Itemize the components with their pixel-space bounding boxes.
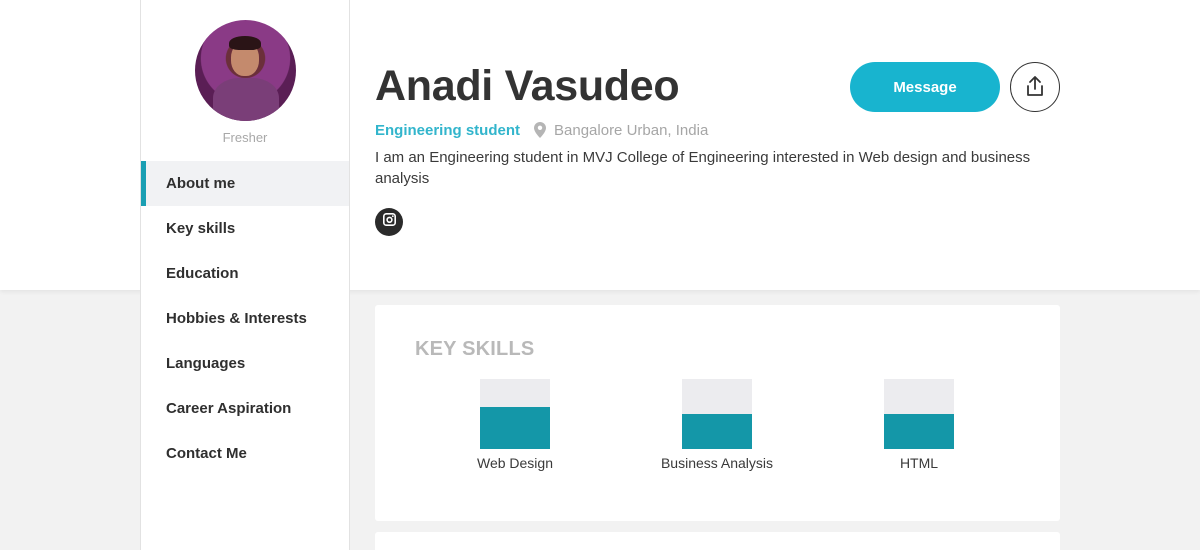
avatar <box>195 20 296 121</box>
next-section-card <box>375 532 1060 550</box>
skill-bar-fill <box>682 414 752 449</box>
sidebar-item-key-skills[interactable]: Key skills <box>141 206 349 251</box>
role-link[interactable]: Engineering student <box>375 122 520 139</box>
sidebar: Fresher About me Key skills Education Ho… <box>140 0 350 550</box>
skill-bar <box>480 379 550 449</box>
share-button[interactable] <box>1010 62 1060 112</box>
location-pin-icon <box>534 122 547 138</box>
skill-bar-fill <box>480 407 550 449</box>
sidebar-nav: About me Key skills Education Hobbies & … <box>141 161 349 476</box>
skill-label: HTML <box>899 455 939 471</box>
sidebar-item-education[interactable]: Education <box>141 251 349 296</box>
skill-bar <box>682 379 752 449</box>
status-label: Fresher <box>222 130 268 145</box>
sidebar-item-languages[interactable]: Languages <box>141 341 349 386</box>
skill-bar <box>884 379 954 449</box>
sidebar-item-career-aspiration[interactable]: Career Aspiration <box>141 386 349 431</box>
skill-label: Business Analysis <box>660 455 774 471</box>
key-skills-card: KEY SKILLS Web Design Business Analysis … <box>375 305 1060 521</box>
profile-bio: I am an Engineering student in MVJ Colle… <box>375 149 1031 187</box>
instagram-icon <box>382 213 396 231</box>
skill-item: Web Design <box>435 379 595 471</box>
sidebar-item-contact-me[interactable]: Contact Me <box>141 431 349 476</box>
location-text: Bangalore Urban, India <box>554 121 709 139</box>
instagram-link[interactable] <box>375 208 403 236</box>
skill-bar-fill <box>884 414 954 449</box>
key-skills-title: KEY SKILLS <box>415 338 535 360</box>
skill-item: HTML <box>839 379 999 471</box>
sidebar-item-hobbies[interactable]: Hobbies & Interests <box>141 296 349 341</box>
profile-name: Anadi Vasudeo <box>375 62 680 110</box>
share-icon <box>1025 75 1045 100</box>
skill-item: Business Analysis <box>637 379 797 471</box>
message-button[interactable]: Message <box>850 62 1000 112</box>
profile-subtitle: Engineering student Bangalore Urban, Ind… <box>375 121 708 139</box>
sidebar-item-about-me[interactable]: About me <box>141 161 349 206</box>
skill-label: Web Design <box>476 455 553 471</box>
